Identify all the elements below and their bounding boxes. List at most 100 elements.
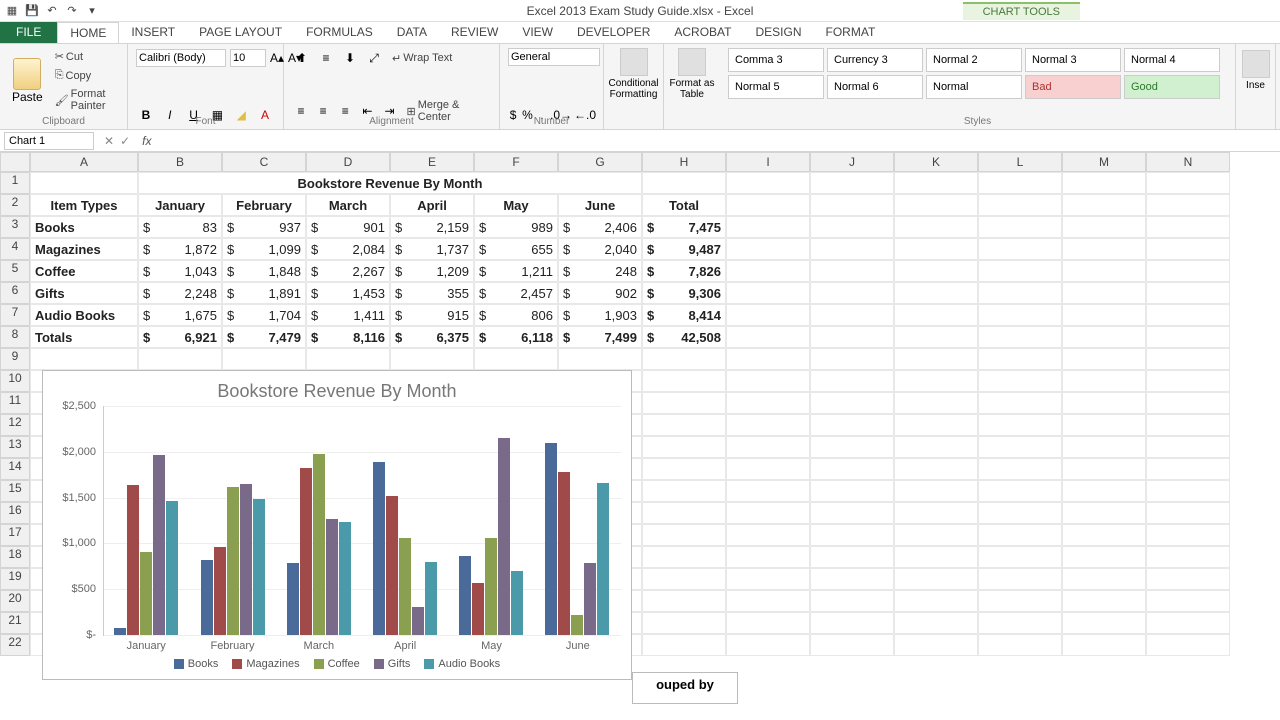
row-header-9[interactable]: 9 (0, 348, 30, 370)
bar-books-april[interactable] (373, 462, 385, 635)
bar-books-march[interactable] (287, 563, 299, 635)
row-header-18[interactable]: 18 (0, 546, 30, 568)
bar-coffee-april[interactable] (399, 538, 411, 635)
row-header-16[interactable]: 16 (0, 502, 30, 524)
row-header-1[interactable]: 1 (0, 172, 30, 194)
cell-style-normal[interactable]: Normal (926, 75, 1022, 99)
bar-coffee-february[interactable] (227, 487, 239, 635)
font-size-select[interactable] (230, 49, 266, 67)
row-header-19[interactable]: 19 (0, 568, 30, 590)
column-header-I[interactable]: I (726, 152, 810, 172)
formula-input[interactable] (157, 132, 1280, 150)
number-format-select[interactable] (508, 48, 600, 66)
chart-legend[interactable]: Books Magazines Coffee Gifts Audio Books (43, 652, 631, 670)
tab-home[interactable]: HOME (57, 22, 119, 43)
qat-dropdown-icon[interactable]: ▾ (84, 3, 100, 19)
row-header-7[interactable]: 7 (0, 304, 30, 326)
align-top-icon[interactable]: ⬆ (292, 48, 312, 68)
select-all-corner[interactable] (0, 152, 30, 172)
bar-audio-books-may[interactable] (511, 571, 523, 635)
tab-acrobat[interactable]: ACROBAT (662, 22, 743, 43)
excel-icon[interactable]: ▦ (4, 3, 20, 19)
bar-magazines-may[interactable] (472, 583, 484, 635)
bar-audio-books-march[interactable] (339, 522, 351, 635)
align-bottom-icon[interactable]: ⬇ (340, 48, 360, 68)
row-header-17[interactable]: 17 (0, 524, 30, 546)
column-header-E[interactable]: E (390, 152, 474, 172)
row-header-14[interactable]: 14 (0, 458, 30, 480)
insert-button[interactable]: Inse (1244, 48, 1267, 93)
legend-gifts[interactable]: Gifts (374, 658, 411, 670)
bar-magazines-march[interactable] (300, 468, 312, 635)
bar-books-june[interactable] (545, 443, 557, 635)
chart-plot-area[interactable]: $-$500$1,000$1,500$2,000$2,500 (103, 406, 621, 636)
format-as-table-button[interactable]: Format as Table (666, 46, 718, 102)
cell-style-normal-5[interactable]: Normal 5 (728, 75, 824, 99)
cell-style-normal-4[interactable]: Normal 4 (1124, 48, 1220, 72)
bar-books-february[interactable] (201, 560, 213, 635)
fx-icon[interactable]: fx (136, 134, 157, 148)
bar-coffee-may[interactable] (485, 538, 497, 635)
column-header-G[interactable]: G (558, 152, 642, 172)
column-header-D[interactable]: D (306, 152, 390, 172)
cell-style-good[interactable]: Good (1124, 75, 1220, 99)
bar-audio-books-february[interactable] (253, 499, 265, 635)
bar-books-january[interactable] (114, 628, 126, 635)
align-middle-icon[interactable]: ≡ (316, 48, 336, 68)
row-header-12[interactable]: 12 (0, 414, 30, 436)
bar-gifts-january[interactable] (153, 455, 165, 635)
wrap-text-button[interactable]: ↵ Wrap Text (388, 50, 456, 67)
column-header-B[interactable]: B (138, 152, 222, 172)
tab-format[interactable]: FORMAT (814, 22, 888, 43)
embedded-chart[interactable]: Bookstore Revenue By Month $-$500$1,000$… (42, 370, 632, 680)
legend-magazines[interactable]: Magazines (232, 658, 299, 670)
cut-button[interactable]: ✂ Cut (51, 48, 119, 65)
bar-gifts-february[interactable] (240, 484, 252, 635)
bar-books-may[interactable] (459, 556, 471, 635)
tab-formulas[interactable]: FORMULAS (294, 22, 385, 43)
row-header-2[interactable]: 2 (0, 194, 30, 216)
row-header-8[interactable]: 8 (0, 326, 30, 348)
orientation-icon[interactable]: ⤢ (364, 48, 384, 68)
conditional-formatting-button[interactable]: Conditional Formatting (606, 46, 661, 102)
tab-page-layout[interactable]: PAGE LAYOUT (187, 22, 294, 43)
bar-coffee-january[interactable] (140, 552, 152, 635)
row-header-15[interactable]: 15 (0, 480, 30, 502)
legend-coffee[interactable]: Coffee (314, 658, 360, 670)
bar-gifts-june[interactable] (584, 563, 596, 635)
redo-icon[interactable]: ↷ (64, 3, 80, 19)
row-header-21[interactable]: 21 (0, 612, 30, 634)
enter-formula-icon[interactable]: ✓ (120, 134, 130, 148)
row-header-13[interactable]: 13 (0, 436, 30, 458)
row-header-5[interactable]: 5 (0, 260, 30, 282)
legend-books[interactable]: Books (174, 658, 219, 670)
bar-magazines-april[interactable] (386, 496, 398, 635)
bar-audio-books-june[interactable] (597, 483, 609, 635)
copy-button[interactable]: ⎘ Copy (51, 67, 119, 84)
cell-style-normal-6[interactable]: Normal 6 (827, 75, 923, 99)
cancel-formula-icon[interactable]: ✕ (104, 134, 114, 148)
column-header-H[interactable]: H (642, 152, 726, 172)
cell-style-comma-3[interactable]: Comma 3 (728, 48, 824, 72)
bar-audio-books-january[interactable] (166, 501, 178, 635)
column-header-J[interactable]: J (810, 152, 894, 172)
cell-style-normal-3[interactable]: Normal 3 (1025, 48, 1121, 72)
bar-magazines-february[interactable] (214, 547, 226, 635)
tab-data[interactable]: DATA (385, 22, 439, 43)
cell-style-currency-3[interactable]: Currency 3 (827, 48, 923, 72)
column-header-F[interactable]: F (474, 152, 558, 172)
row-header-10[interactable]: 10 (0, 370, 30, 392)
tab-design[interactable]: DESIGN (743, 22, 813, 43)
cell-style-bad[interactable]: Bad (1025, 75, 1121, 99)
bar-coffee-june[interactable] (571, 615, 583, 635)
row-header-6[interactable]: 6 (0, 282, 30, 304)
column-header-L[interactable]: L (978, 152, 1062, 172)
tab-file[interactable]: FILE (0, 22, 57, 43)
column-header-C[interactable]: C (222, 152, 306, 172)
save-icon[interactable]: 💾 (24, 3, 40, 19)
bar-coffee-march[interactable] (313, 454, 325, 635)
tab-review[interactable]: REVIEW (439, 22, 510, 43)
legend-audio-books[interactable]: Audio Books (424, 658, 500, 670)
name-box[interactable] (4, 132, 94, 150)
column-header-M[interactable]: M (1062, 152, 1146, 172)
